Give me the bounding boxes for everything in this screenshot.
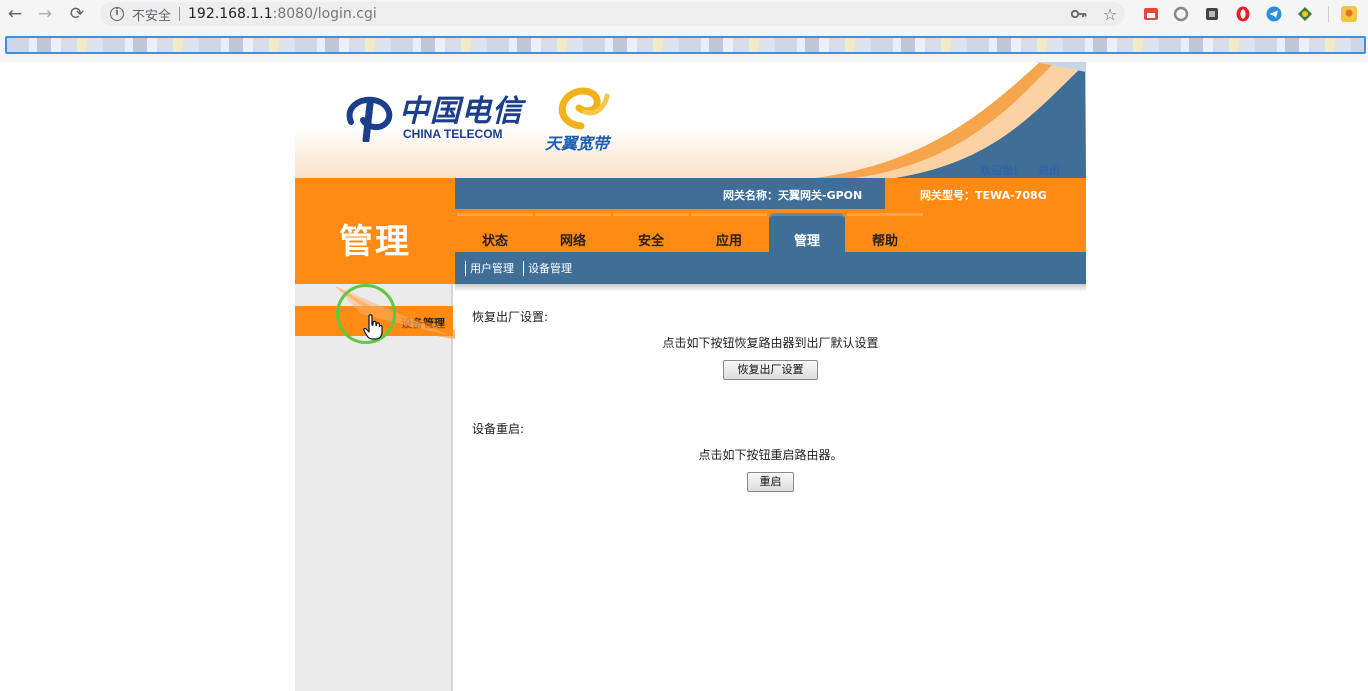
tianyi-swirl-icon [558, 87, 610, 130]
sidebar: 设备管理 [295, 284, 541, 691]
hand-pointer-cursor-icon [363, 314, 383, 340]
subnav-user-management[interactable]: 用户管理 [465, 261, 514, 276]
welcome-text: 欢迎您！ [980, 164, 1024, 177]
section-title-block: 管理 [295, 178, 455, 284]
gateway-name: 网关名称：天翼网关-GPON [723, 189, 863, 202]
extension-circle-icon[interactable] [1172, 5, 1190, 23]
browser-toolbar: ← → ⟳ i 不安全 192.168.1.1:8080/login.cgi ☆ [0, 0, 1368, 62]
opera-o-icon[interactable] [1234, 5, 1252, 23]
key-icon[interactable] [1071, 8, 1087, 20]
tab-application[interactable]: 应用 [691, 213, 767, 252]
logout-link[interactable]: 退出 [1038, 164, 1060, 177]
reboot-button[interactable]: 重启 [747, 472, 794, 492]
china-telecom-mark-icon [346, 96, 393, 142]
gateway-info-bar: 网关名称：天翼网关-GPON 网关型号：TEWA-708G [455, 178, 1086, 209]
reboot-description: 点击如下按钮重启路由器。 [698, 448, 843, 462]
broadband-brand-text: 天翼宽带 [544, 134, 609, 153]
extension-diamond-icon[interactable] [1296, 5, 1314, 23]
tab-status[interactable]: 状态 [457, 213, 533, 252]
omnibox-divider [179, 7, 181, 21]
gateway-model-box: 网关型号：TEWA-708G [885, 178, 1086, 209]
toolbar-divider [1328, 6, 1329, 22]
back-arrow-icon[interactable]: ← [4, 3, 26, 25]
content-top-shadow [455, 284, 1086, 292]
main-content: 恢复出厂设置: 点击如下按钮恢复路由器到出厂默认设置 恢复出厂设置 设备重启: … [455, 292, 1086, 691]
page-title: 管理 [339, 222, 411, 262]
telegram-icon[interactable] [1265, 5, 1283, 23]
subnav-device-management[interactable]: 设备管理 [523, 261, 572, 276]
extension-dark-box-icon[interactable] [1203, 5, 1221, 23]
factory-reset-heading: 恢复出厂设置: [472, 310, 549, 324]
router-admin-page: 中国电信 CHINA TELECOM 天翼宽带 欢迎您！ 退出 管理 网关名称：天… [295, 62, 1086, 691]
bookmark-star-icon[interactable]: ☆ [1099, 3, 1121, 25]
main-tab-bar: 状态 网络 安全 应用 管理 帮助 [455, 209, 1086, 252]
header-banner: 中国电信 CHINA TELECOM 天翼宽带 欢迎您！ 退出 [295, 62, 1086, 178]
factory-reset-description: 点击如下按钮恢复路由器到出厂默认设置 [662, 336, 879, 350]
tab-management[interactable]: 管理 [769, 213, 845, 252]
welcome-area: 欢迎您！ 退出 [966, 162, 1060, 178]
tab-help[interactable]: 帮助 [847, 213, 923, 252]
forward-arrow-icon[interactable]: → [34, 3, 56, 25]
bookmarks-bar-blurred [5, 36, 1366, 54]
tab-security[interactable]: 安全 [613, 213, 689, 252]
url-host: 192.168.1.1 [188, 6, 273, 22]
reload-icon[interactable]: ⟳ [66, 3, 88, 25]
brand-english: CHINA TELECOM [403, 127, 503, 141]
reboot-heading: 设备重启: [472, 422, 525, 436]
factory-reset-button[interactable]: 恢复出厂设置 [723, 360, 818, 380]
extension-red-box-icon[interactable] [1142, 5, 1160, 23]
address-bar[interactable]: i 不安全 192.168.1.1:8080/login.cgi [100, 2, 1125, 26]
security-indicator[interactable]: 不安全 [132, 5, 171, 24]
tianyi-broadband-logo: 天翼宽带 [543, 82, 611, 154]
info-icon[interactable]: i [110, 7, 124, 21]
url-path: :8080/login.cgi [272, 6, 377, 22]
brand-chinese: 中国电信 [399, 94, 523, 129]
sub-navigation: 用户管理 设备管理 [455, 252, 1086, 284]
tab-network[interactable]: 网络 [535, 213, 611, 252]
china-telecom-logo: 中国电信 CHINA TELECOM [343, 96, 523, 142]
gateway-model: 网关型号：TEWA-708G [920, 189, 1047, 202]
profile-avatar-icon[interactable] [1340, 5, 1358, 23]
